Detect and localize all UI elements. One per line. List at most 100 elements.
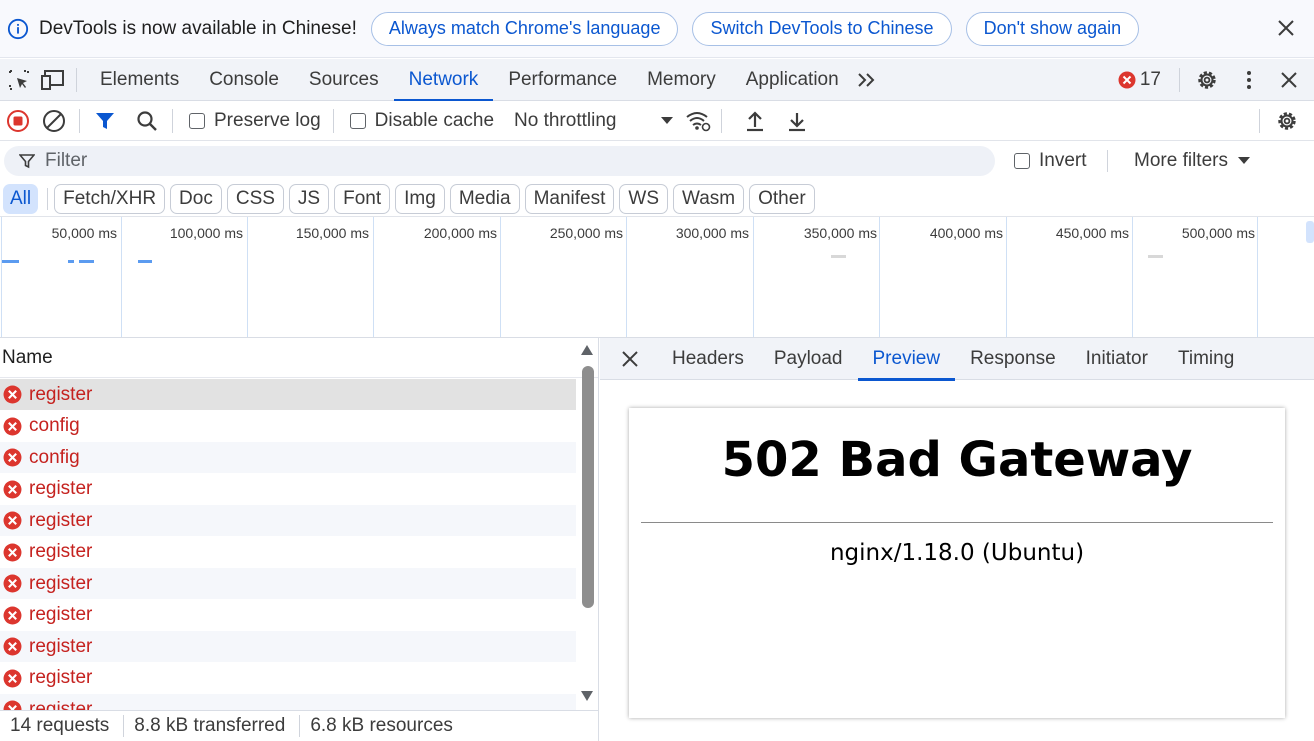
tab-memory[interactable]: Memory — [632, 59, 731, 101]
chip-doc[interactable]: Doc — [170, 183, 222, 214]
tick-label: 500,000 ms — [1181, 225, 1255, 241]
request-detail-pane: Headers Payload Preview Response Initiat… — [600, 338, 1314, 741]
network-conditions-icon[interactable] — [685, 108, 711, 134]
chip-media[interactable]: Media — [449, 183, 520, 214]
error-icon — [3, 480, 22, 498]
table-row[interactable]: register — [0, 663, 576, 694]
tick-label: 400,000 ms — [929, 225, 1003, 241]
resource-type-filters: All Fetch/XHR Doc CSS JS Font Img Media … — [0, 181, 1314, 217]
disable-cache-label: Disable cache — [374, 109, 495, 131]
error-icon — [3, 543, 22, 561]
tab-headers[interactable]: Headers — [657, 338, 759, 380]
tab-initiator[interactable]: Initiator — [1071, 338, 1163, 380]
table-row[interactable]: register — [0, 474, 576, 505]
preserve-log-checkbox[interactable] — [189, 112, 205, 129]
overview-request-bar — [2, 260, 19, 263]
overview-request-bar — [1148, 255, 1163, 258]
tab-performance[interactable]: Performance — [493, 59, 632, 101]
overview-request-bar — [831, 255, 846, 258]
table-row[interactable]: register — [0, 631, 576, 662]
table-row[interactable]: register — [0, 600, 576, 631]
export-har-icon[interactable] — [784, 108, 810, 134]
close-devtools-icon[interactable] — [1276, 67, 1302, 93]
tab-network[interactable]: Network — [393, 59, 494, 102]
request-name: config — [29, 415, 80, 436]
tab-sources[interactable]: Sources — [294, 59, 394, 101]
table-row[interactable]: register — [0, 379, 576, 410]
invert-checkbox[interactable] — [1014, 153, 1030, 169]
chip-font[interactable]: Font — [334, 183, 391, 214]
customize-menu-icon[interactable] — [1236, 67, 1262, 93]
close-infobar-icon[interactable] — [1276, 16, 1296, 40]
table-row[interactable]: config — [0, 442, 576, 473]
dont-show-again-button[interactable]: Don't show again — [965, 11, 1140, 46]
request-name: register — [29, 698, 93, 711]
tab-payload[interactable]: Payload — [759, 338, 858, 380]
network-settings-gear-icon[interactable] — [1274, 108, 1300, 134]
preview-server-signature: nginx/1.18.0 (Ubuntu) — [829, 540, 1085, 566]
chip-manifest[interactable]: Manifest — [524, 183, 615, 214]
import-har-icon[interactable] — [742, 108, 768, 134]
error-counter[interactable]: 17 — [1118, 69, 1161, 91]
device-toolbar-icon[interactable] — [40, 67, 66, 93]
request-name: register — [29, 509, 93, 531]
more-tabs-icon[interactable] — [854, 67, 880, 93]
tab-console[interactable]: Console — [194, 59, 294, 101]
scroll-up-icon[interactable] — [580, 344, 594, 356]
column-header-name[interactable]: Name — [0, 338, 598, 378]
chip-css[interactable]: CSS — [226, 183, 284, 214]
request-name: register — [29, 572, 93, 594]
error-icon — [3, 574, 22, 593]
chip-fetch-xhr[interactable]: Fetch/XHR — [54, 183, 166, 214]
close-detail-icon[interactable] — [617, 346, 643, 372]
request-name: register — [29, 541, 93, 562]
chip-all[interactable]: All — [3, 183, 39, 214]
settings-gear-icon[interactable] — [1194, 67, 1220, 93]
error-icon — [3, 700, 22, 710]
table-row[interactable]: register — [0, 568, 576, 599]
table-row[interactable]: config — [0, 411, 576, 442]
html-preview-frame: 502 Bad Gateway nginx/1.18.0 (Ubuntu) — [629, 408, 1285, 718]
request-name: register — [29, 635, 93, 657]
tab-timing[interactable]: Timing — [1163, 338, 1249, 380]
chip-wasm[interactable]: Wasm — [673, 183, 745, 214]
tab-application[interactable]: Application — [731, 59, 854, 101]
table-row[interactable]: register — [0, 694, 576, 710]
error-count: 17 — [1139, 68, 1161, 90]
tab-response[interactable]: Response — [955, 338, 1071, 380]
switch-to-chinese-button[interactable]: Switch DevTools to Chinese — [692, 11, 952, 46]
more-filters-dropdown[interactable]: More filters — [1134, 150, 1250, 172]
error-icon — [3, 606, 22, 624]
throttling-value: No throttling — [514, 109, 617, 131]
chip-js[interactable]: JS — [288, 183, 330, 214]
requests-scrollbar-thumb[interactable] — [582, 366, 594, 608]
tab-elements[interactable]: Elements — [85, 59, 194, 101]
network-overview-timeline[interactable]: 50,000 ms 100,000 ms 150,000 ms 200,000 … — [0, 217, 1314, 338]
error-icon — [3, 448, 22, 467]
overview-request-bar — [138, 260, 152, 263]
filter-input[interactable]: Filter — [4, 146, 995, 176]
chip-img[interactable]: Img — [395, 183, 445, 214]
preserve-log-label: Preserve log — [214, 109, 321, 131]
search-icon[interactable] — [134, 108, 160, 134]
throttling-select[interactable]: No throttling — [514, 109, 674, 132]
request-count: 14 requests — [10, 715, 110, 736]
transferred-size: 8.8 kB transferred — [134, 715, 286, 736]
more-filters-label: More filters — [1134, 150, 1228, 171]
tick-label: 100,000 ms — [169, 225, 243, 241]
always-match-language-button[interactable]: Always match Chrome's language — [370, 11, 679, 46]
chip-other[interactable]: Other — [749, 183, 815, 214]
chip-ws[interactable]: WS — [619, 183, 668, 214]
clear-icon[interactable] — [41, 108, 67, 134]
tab-preview[interactable]: Preview — [857, 338, 956, 381]
stop-recording-icon[interactable] — [5, 108, 31, 134]
table-row[interactable]: register — [0, 505, 576, 536]
inspect-element-icon[interactable] — [6, 67, 32, 93]
disable-cache-checkbox[interactable] — [349, 112, 366, 129]
table-row[interactable]: register — [0, 537, 576, 568]
invert-label: Invert — [1039, 150, 1087, 171]
error-icon — [3, 417, 22, 435]
scroll-down-icon[interactable] — [580, 690, 594, 702]
filter-funnel-icon[interactable] — [92, 108, 118, 134]
network-toolbar: Preserve log Disable cache No throttling — [0, 101, 1314, 141]
